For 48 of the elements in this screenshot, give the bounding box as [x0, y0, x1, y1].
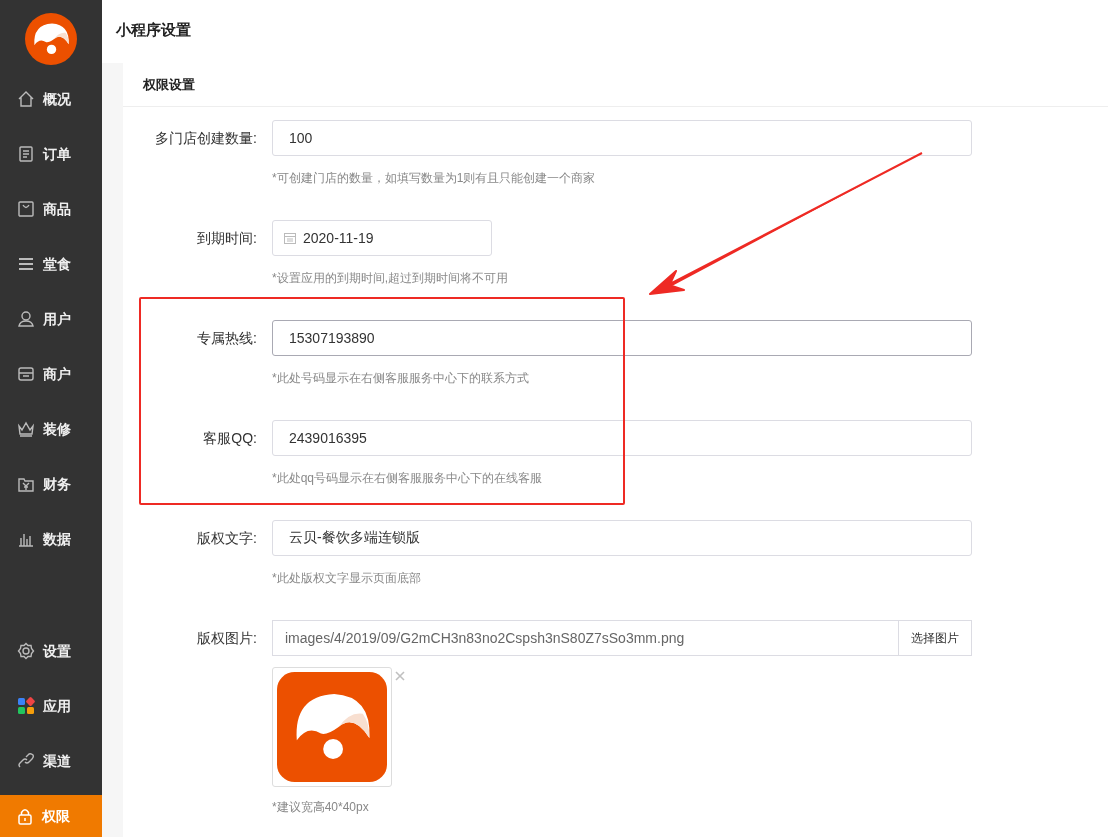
menu-icon — [17, 255, 35, 273]
apps-icon — [17, 697, 35, 715]
field-hint: *设置应用的到期时间,超过到期时间将不可用 — [272, 270, 508, 286]
field-label: 客服QQ: — [203, 428, 257, 448]
sidebar-item[interactable]: 装修 — [0, 408, 102, 450]
sidebar-item[interactable]: 商户 — [0, 353, 102, 395]
user-icon — [17, 310, 35, 328]
section-title: 权限设置 — [143, 75, 195, 94]
gear-icon — [17, 642, 35, 660]
field-hint: *此处版权文字显示页面底部 — [272, 570, 422, 586]
calendar-icon — [284, 232, 296, 244]
bag-icon — [17, 200, 35, 218]
lock-icon — [16, 807, 34, 825]
field-hint: *建议宽高40*40px — [272, 799, 370, 815]
yen-icon — [17, 475, 35, 493]
field-label: 版权文字: — [197, 528, 257, 548]
page-title: 小程序设置 — [116, 20, 191, 41]
crown-icon — [17, 420, 35, 438]
sidebar-item[interactable]: 堂食 — [0, 243, 102, 285]
close-icon[interactable] — [395, 671, 405, 681]
text-field[interactable]: 100 — [272, 120, 972, 156]
select-image-button[interactable]: 选择图片 — [899, 620, 972, 656]
field-label: 版权图片: — [197, 628, 257, 648]
store-icon — [17, 365, 35, 383]
field-label: 多门店创建数量: — [155, 128, 257, 148]
link-icon — [17, 752, 35, 770]
field-hint: *此处qq号码显示在右侧客服服务中心下的在线客服 — [272, 470, 544, 486]
field-hint: *此处号码显示在右侧客服服务中心下的联系方式 — [272, 370, 530, 386]
logo-icon — [25, 13, 77, 65]
text-field[interactable]: 云贝-餐饮多端连锁版 — [272, 520, 972, 556]
sidebar-item[interactable]: 渠道 — [0, 740, 102, 782]
date-field[interactable]: 2020-11-19 — [272, 220, 492, 256]
sidebar-item[interactable]: 用户 — [0, 298, 102, 340]
sidebar-item[interactable]: 商品 — [0, 188, 102, 230]
home-icon — [17, 90, 35, 108]
text-field[interactable]: 15307193890 — [272, 320, 972, 356]
sidebar-item[interactable]: 设置 — [0, 630, 102, 672]
sidebar-item[interactable]: 财务 — [0, 463, 102, 505]
field-label: 专属热线: — [197, 328, 257, 348]
file-path-field[interactable]: images/4/2019/09/G2mCH3n83no2Cspsh3nS80Z7sSo3mm.png — [272, 620, 899, 656]
text-field[interactable]: 2439016395 — [272, 420, 972, 456]
doc-icon — [17, 145, 35, 163]
field-hint: *可创建门店的数量，如填写数量为1则有且只能创建一个商家 — [272, 170, 597, 186]
sidebar-item[interactable]: 订单 — [0, 133, 102, 175]
sidebar-item[interactable]: 数据 — [0, 518, 102, 560]
sidebar-item[interactable]: 应用 — [0, 685, 102, 727]
field-label: 到期时间: — [197, 228, 257, 248]
sidebar-item[interactable]: 概况 — [0, 78, 102, 120]
